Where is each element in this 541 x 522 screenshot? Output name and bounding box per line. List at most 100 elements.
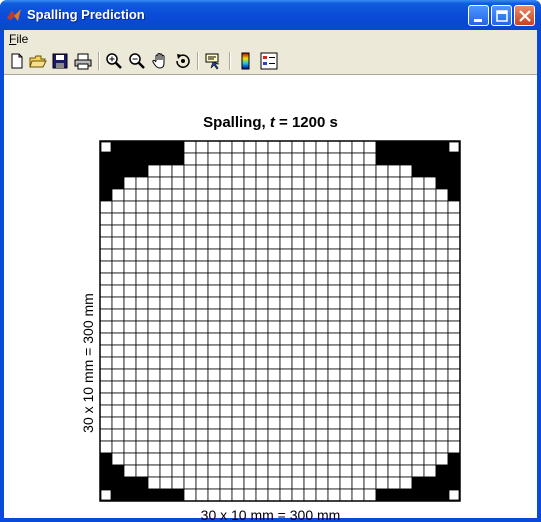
intact-cell xyxy=(375,356,389,370)
title-bar[interactable]: Spalling Prediction xyxy=(0,0,541,30)
zoom-in-icon[interactable] xyxy=(105,52,123,70)
intact-cell xyxy=(231,236,245,250)
intact-cell xyxy=(183,140,197,154)
intact-cell xyxy=(387,332,401,346)
intact-cell xyxy=(315,248,329,262)
intact-cell xyxy=(183,440,197,454)
intact-cell xyxy=(315,332,329,346)
intact-cell xyxy=(195,308,209,322)
intact-cell xyxy=(267,272,281,286)
intact-cell xyxy=(411,392,425,406)
rotate-icon[interactable] xyxy=(174,52,192,70)
intact-cell xyxy=(231,212,245,226)
intact-cell xyxy=(219,440,233,454)
intact-cell xyxy=(351,212,365,226)
intact-cell xyxy=(291,296,305,310)
intact-cell xyxy=(267,200,281,214)
intact-cell xyxy=(447,284,461,298)
intact-cell xyxy=(387,272,401,286)
legend-icon[interactable] xyxy=(260,52,278,70)
data-cursor-icon[interactable] xyxy=(205,52,223,70)
intact-cell xyxy=(327,368,341,382)
intact-cell xyxy=(207,380,221,394)
open-folder-icon[interactable] xyxy=(29,52,47,70)
intact-cell xyxy=(375,224,389,238)
intact-cell xyxy=(267,224,281,238)
minimize-icon xyxy=(474,19,482,22)
intact-cell xyxy=(255,416,269,430)
intact-cell xyxy=(159,380,173,394)
intact-cell xyxy=(279,452,293,466)
intact-cell xyxy=(435,212,449,226)
intact-cell xyxy=(195,488,209,502)
spalled-cell xyxy=(387,152,401,166)
intact-cell xyxy=(339,176,353,190)
hand-icon[interactable] xyxy=(151,52,169,70)
intact-cell xyxy=(207,212,221,226)
maximize-button[interactable] xyxy=(491,5,512,26)
intact-cell xyxy=(123,416,137,430)
intact-cell xyxy=(207,452,221,466)
intact-cell xyxy=(99,308,113,322)
intact-cell xyxy=(111,308,125,322)
intact-cell xyxy=(135,200,149,214)
intact-cell xyxy=(267,464,281,478)
intact-cell xyxy=(423,320,437,334)
intact-cell xyxy=(231,404,245,418)
intact-cell xyxy=(195,248,209,262)
intact-cell xyxy=(387,476,401,490)
spalled-cell xyxy=(375,140,389,154)
intact-cell xyxy=(315,452,329,466)
intact-cell xyxy=(303,488,317,502)
intact-cell xyxy=(123,344,137,358)
intact-cell xyxy=(279,296,293,310)
intact-cell xyxy=(255,248,269,262)
intact-cell xyxy=(267,188,281,202)
intact-cell xyxy=(219,488,233,502)
intact-cell xyxy=(351,476,365,490)
intact-cell xyxy=(267,332,281,346)
intact-cell xyxy=(375,164,389,178)
intact-cell xyxy=(219,344,233,358)
intact-cell xyxy=(339,272,353,286)
intact-cell xyxy=(423,248,437,262)
zoom-out-icon[interactable] xyxy=(128,52,146,70)
intact-cell xyxy=(291,392,305,406)
intact-cell xyxy=(399,320,413,334)
intact-cell xyxy=(279,404,293,418)
intact-cell xyxy=(171,308,185,322)
intact-cell xyxy=(183,284,197,298)
save-disk-icon[interactable] xyxy=(51,52,69,70)
intact-cell xyxy=(315,260,329,274)
intact-cell xyxy=(279,200,293,214)
intact-cell xyxy=(99,320,113,334)
intact-cell xyxy=(327,344,341,358)
intact-cell xyxy=(447,236,461,250)
intact-cell xyxy=(267,392,281,406)
minimize-button[interactable] xyxy=(468,5,489,26)
intact-cell xyxy=(363,236,377,250)
intact-cell xyxy=(387,296,401,310)
intact-cell xyxy=(111,356,125,370)
intact-cell xyxy=(195,356,209,370)
intact-cell xyxy=(243,260,257,274)
intact-cell xyxy=(375,332,389,346)
intact-cell xyxy=(99,344,113,358)
intact-cell xyxy=(447,368,461,382)
intact-cell xyxy=(375,392,389,406)
intact-cell xyxy=(231,296,245,310)
intact-cell xyxy=(159,260,173,274)
menu-file[interactable]: File xyxy=(9,32,28,46)
close-button[interactable] xyxy=(514,5,535,26)
intact-cell xyxy=(303,152,317,166)
intact-cell xyxy=(351,416,365,430)
intact-cell xyxy=(99,380,113,394)
intact-cell xyxy=(291,260,305,274)
intact-cell xyxy=(171,476,185,490)
spalled-cell xyxy=(435,152,449,166)
intact-cell xyxy=(147,416,161,430)
new-document-icon[interactable] xyxy=(8,52,26,70)
colorbar-icon[interactable] xyxy=(237,52,255,70)
matlab-app-icon xyxy=(7,9,21,21)
printer-icon[interactable] xyxy=(74,52,92,70)
